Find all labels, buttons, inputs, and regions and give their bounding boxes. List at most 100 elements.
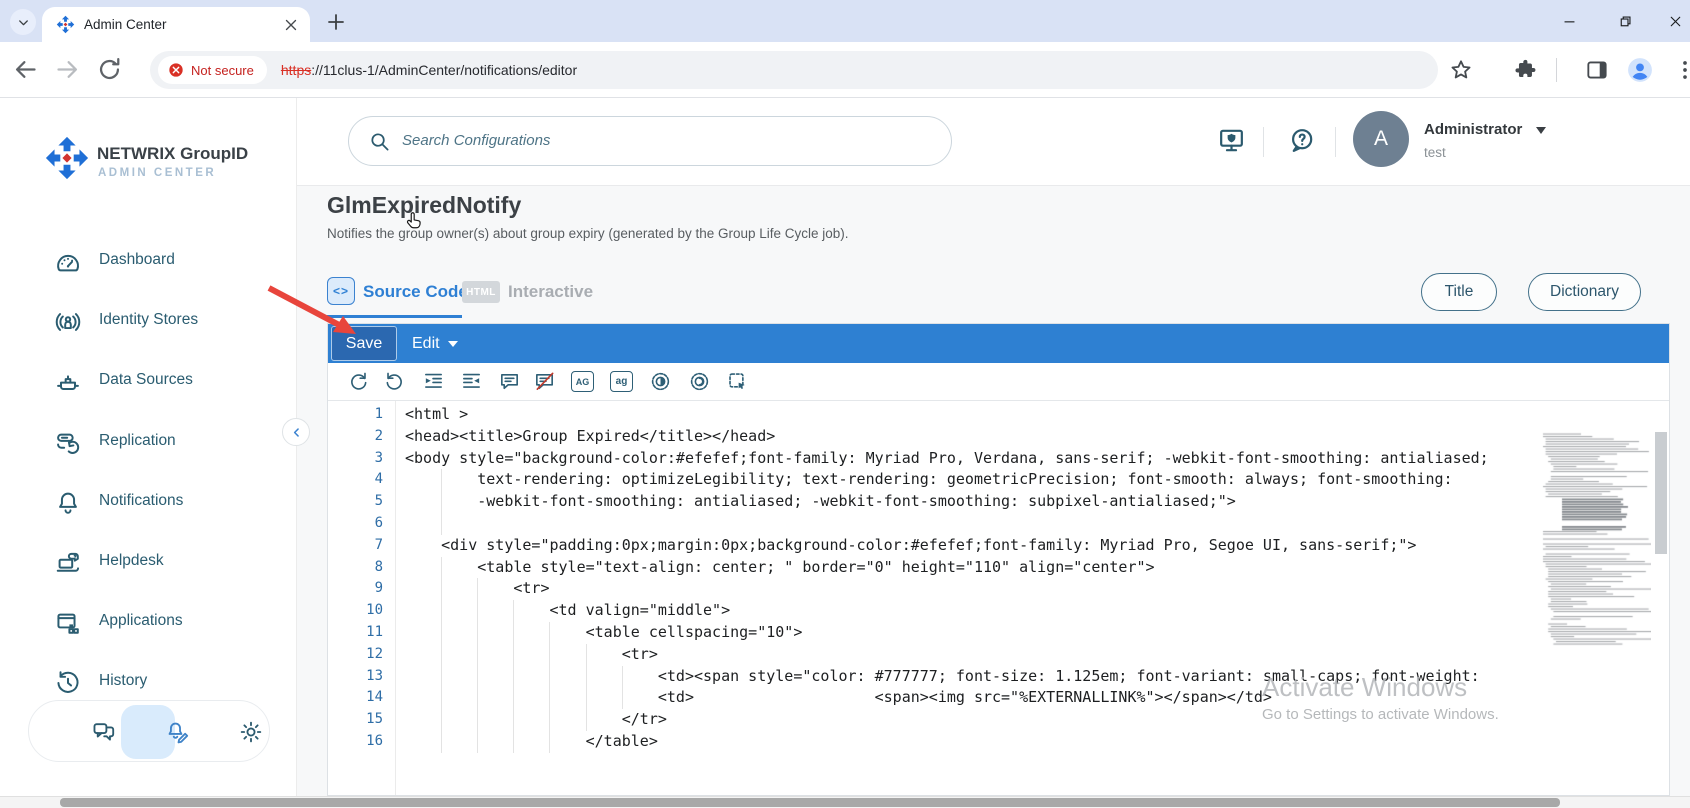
code-line[interactable]: 11 <table cellspacing="10"> xyxy=(328,621,1538,644)
not-secure-badge[interactable]: Not secure xyxy=(158,56,267,84)
lowercase-icon[interactable]: ag xyxy=(610,371,633,392)
contrast-light-icon[interactable] xyxy=(688,370,711,393)
line-number[interactable]: 4 xyxy=(328,469,383,491)
sidebar-item-label: Data Sources xyxy=(99,371,193,389)
sidebar-item-data-sources[interactable]: Data Sources xyxy=(0,352,297,412)
url-scheme-struck: https xyxy=(280,62,312,78)
user-avatar[interactable]: A xyxy=(1353,111,1409,167)
source-code-tab-icon[interactable]: <> xyxy=(327,277,355,305)
forward-button[interactable] xyxy=(54,56,81,83)
reload-button[interactable] xyxy=(96,56,123,83)
sidebar-item-notifications[interactable]: Notifications xyxy=(0,473,297,533)
tab-interactive[interactable]: Interactive xyxy=(508,282,593,302)
html-badge-icon[interactable]: HTML xyxy=(462,281,500,303)
indent-guide xyxy=(441,709,443,731)
line-number[interactable]: 5 xyxy=(328,491,383,513)
user-menu-caret-icon[interactable] xyxy=(1536,127,1546,139)
sidebar-item-replication[interactable]: Replication xyxy=(0,413,297,473)
code-line[interactable]: 7 <div style="padding:0px;margin:0px;bac… xyxy=(328,535,1538,557)
line-number[interactable]: 14 xyxy=(328,687,383,709)
code-line[interactable]: 16 </table> xyxy=(328,730,1538,753)
side-panel-icon[interactable] xyxy=(1584,57,1610,83)
line-number[interactable]: 2 xyxy=(328,426,383,448)
line-number[interactable]: 3 xyxy=(328,448,383,470)
page-scrollbar-thumb[interactable] xyxy=(60,798,1560,807)
code-line[interactable]: 9 <tr> xyxy=(328,578,1538,601)
code-line[interactable]: 13 <td><span style="color: #777777; font… xyxy=(328,665,1538,688)
minimap[interactable] xyxy=(1538,403,1651,795)
indent-guide xyxy=(477,600,479,622)
comment-icon[interactable] xyxy=(498,370,521,393)
line-number[interactable]: 9 xyxy=(328,578,383,600)
bookmark-star-icon[interactable] xyxy=(1448,57,1474,83)
code-line[interactable]: 5 -webkit-font-smoothing: antialiased; -… xyxy=(328,491,1538,513)
address-bar[interactable]: Not secure https://11clus-1/AdminCenter/… xyxy=(150,51,1438,89)
line-number[interactable]: 16 xyxy=(328,731,383,753)
sidebar-item-dashboard[interactable]: Dashboard xyxy=(0,232,297,292)
search-input[interactable]: Search Configurations xyxy=(348,116,952,166)
code-area[interactable]: 1 <html > 2 <head><title>Group Expired</tit… xyxy=(328,401,1669,795)
extensions-icon[interactable] xyxy=(1513,57,1539,83)
code-lines[interactable]: 1 <html > 2 <head><title>Group Expired</tit… xyxy=(328,404,1538,795)
save-button[interactable]: Save xyxy=(331,326,397,361)
new-tab-button[interactable] xyxy=(324,10,348,34)
browser-tab[interactable]: Admin Center xyxy=(42,7,310,42)
code-line[interactable]: 15 </tr> xyxy=(328,709,1538,731)
sidebar-item-identity-stores[interactable]: Identity Stores xyxy=(0,292,297,352)
line-number[interactable]: 12 xyxy=(328,644,383,666)
redo-icon[interactable] xyxy=(346,370,369,393)
line-number[interactable]: 13 xyxy=(328,666,383,688)
tab-close-icon[interactable] xyxy=(282,16,300,34)
code-line[interactable]: 1 <html > xyxy=(328,404,1538,426)
back-button[interactable] xyxy=(12,56,39,83)
edit-menu-button[interactable]: Edit xyxy=(412,324,458,363)
code-line[interactable]: 3 <body style="background-color:#efefef;f… xyxy=(328,448,1538,470)
line-number[interactable]: 8 xyxy=(328,557,383,579)
outdent-icon[interactable] xyxy=(460,370,483,393)
user-name[interactable]: Administrator xyxy=(1424,121,1522,138)
tab-source-code[interactable]: Source Code xyxy=(363,282,468,302)
indent-guide xyxy=(441,730,443,753)
code-line[interactable]: 14 <td> <span><img src="%EXTERNALLINK%">… xyxy=(328,687,1538,710)
line-number[interactable]: 6 xyxy=(328,513,383,535)
browser-menu-icon[interactable] xyxy=(1672,57,1690,83)
feedback-icon[interactable] xyxy=(91,719,117,745)
editor-scrollbar-thumb[interactable] xyxy=(1655,432,1667,554)
line-number[interactable]: 10 xyxy=(328,600,383,622)
window-close-button[interactable] xyxy=(1660,7,1690,35)
line-number[interactable]: 7 xyxy=(328,535,383,557)
indent-guide xyxy=(441,600,443,622)
window-restore-button[interactable] xyxy=(1610,7,1640,35)
browser-profile-avatar[interactable] xyxy=(1627,57,1653,83)
code-line[interactable]: 2 <head><title>Group Expired</title></hea… xyxy=(328,426,1538,448)
uncomment-icon[interactable] xyxy=(533,370,556,393)
window-minimize-button[interactable] xyxy=(1554,7,1584,35)
page-horizontal-scrollbar[interactable] xyxy=(0,796,1690,808)
page-description: Notifies the group owner(s) about group … xyxy=(327,226,849,241)
help-icon[interactable] xyxy=(1286,125,1317,156)
select-block-icon[interactable] xyxy=(726,370,749,393)
undo-icon[interactable] xyxy=(384,370,407,393)
settings-icon[interactable] xyxy=(238,719,264,745)
notification-edit-icon[interactable] xyxy=(164,719,190,745)
sidebar-item-helpdesk[interactable]: Helpdesk xyxy=(0,533,297,593)
code-line[interactable]: 8 <table style="text-align: center; " bo… xyxy=(328,556,1538,579)
code-line[interactable]: 12 <tr> xyxy=(328,643,1538,666)
code-line[interactable]: 4 text-rendering: optimizeLegibility; te… xyxy=(328,469,1538,492)
sidebar-item-applications[interactable]: Applications xyxy=(0,593,297,653)
line-number[interactable]: 1 xyxy=(328,404,383,426)
line-number[interactable]: 11 xyxy=(328,622,383,644)
remote-session-icon[interactable] xyxy=(1216,125,1247,156)
dictionary-button[interactable]: Dictionary xyxy=(1528,273,1641,311)
tab-search-button[interactable] xyxy=(10,9,36,35)
indent-icon[interactable] xyxy=(422,370,445,393)
code-line[interactable]: 6 xyxy=(328,512,1538,535)
title-button[interactable]: Title xyxy=(1421,273,1497,311)
groupid-favicon xyxy=(56,15,75,34)
url-rest: ://11clus-1/AdminCenter/notifications/ed… xyxy=(311,62,578,78)
line-number[interactable]: 15 xyxy=(328,709,383,731)
sidebar-collapse-button[interactable] xyxy=(282,418,310,446)
uppercase-icon[interactable]: AG xyxy=(571,371,594,392)
code-line[interactable]: 10 <td valign="middle"> xyxy=(328,600,1538,622)
contrast-dark-icon[interactable] xyxy=(649,370,672,393)
